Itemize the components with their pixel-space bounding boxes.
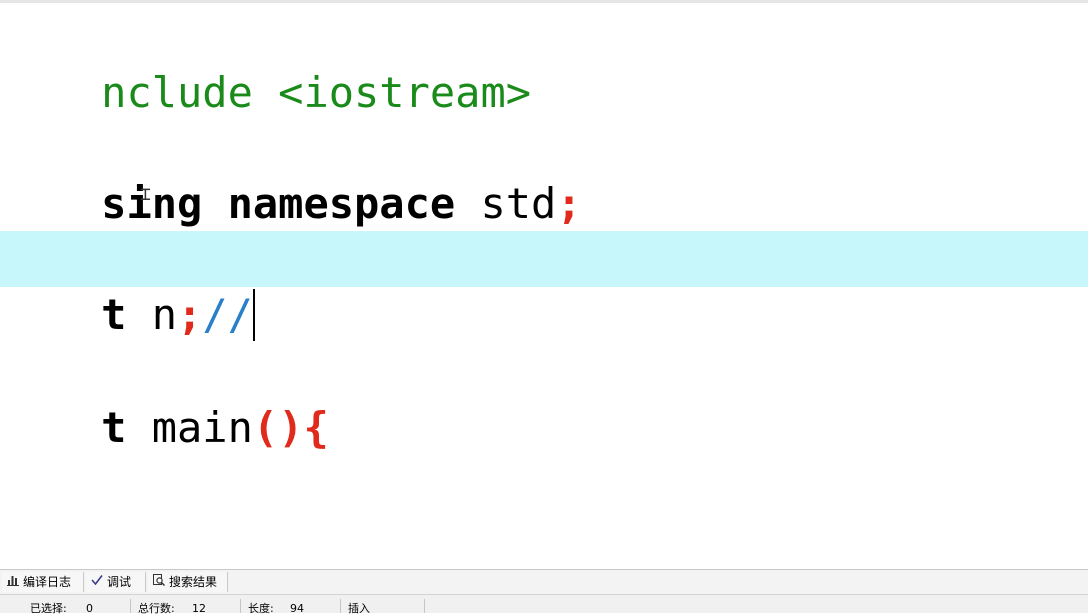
search-results-icon <box>152 572 166 592</box>
token: sing <box>101 179 228 228</box>
code-line-include[interactable]: nclude <iostream> <box>0 9 1088 117</box>
status-length-value: 94 <box>290 602 304 615</box>
status-insert-mode: 插入 <box>348 602 370 615</box>
status-total-lines-label: 总行数: <box>138 602 175 615</box>
code-line-return[interactable]: return 0; <box>0 511 1088 567</box>
status-divider <box>340 599 341 613</box>
status-divider <box>240 599 241 613</box>
token: ; <box>556 179 582 228</box>
code-editor[interactable]: nclude <iostream> sing namespace std; t … <box>0 0 1088 568</box>
text-caret <box>252 289 255 341</box>
check-icon <box>90 572 104 592</box>
code-line-using-namespace[interactable]: sing namespace std; <box>0 120 1088 228</box>
editor-top-border <box>0 0 1088 3</box>
tab-label: 搜索结果 <box>169 575 218 589</box>
code-line-main[interactable]: t main(){ <box>0 344 1088 452</box>
ibeam-cursor-icon: ⌶ <box>140 184 151 205</box>
token: namespace <box>227 179 456 228</box>
token: (){ <box>252 403 329 452</box>
bottom-panel-tabs: 编译日志 调试 搜索结果 <box>0 569 1088 594</box>
status-selected-label: 已选择: <box>30 602 67 615</box>
tab-debug[interactable]: 调试 <box>86 572 146 592</box>
status-bar: 已选择: 0 总行数: 12 长度: 94 插入 <box>0 594 1088 615</box>
bar-chart-icon <box>6 572 20 592</box>
token: n <box>126 290 178 339</box>
token: main <box>126 403 253 452</box>
status-total-lines-value: 12 <box>192 602 206 615</box>
token: t <box>101 290 127 339</box>
tab-search-results[interactable]: 搜索结果 <box>148 572 228 592</box>
token: t <box>101 403 127 452</box>
status-length-label: 长度: <box>248 602 274 615</box>
token: ; <box>177 290 203 339</box>
token: // <box>202 290 253 339</box>
status-divider <box>130 599 131 613</box>
token: nclude <iostream> <box>101 68 532 117</box>
token: std <box>455 179 557 228</box>
code-line-current[interactable]: t n;// <box>0 231 1088 341</box>
tab-label: 编译日志 <box>23 575 72 589</box>
tab-compile-log[interactable]: 编译日志 <box>2 572 84 592</box>
status-divider <box>424 599 425 613</box>
status-selected-value: 0 <box>86 602 93 615</box>
tab-label: 调试 <box>107 575 132 589</box>
